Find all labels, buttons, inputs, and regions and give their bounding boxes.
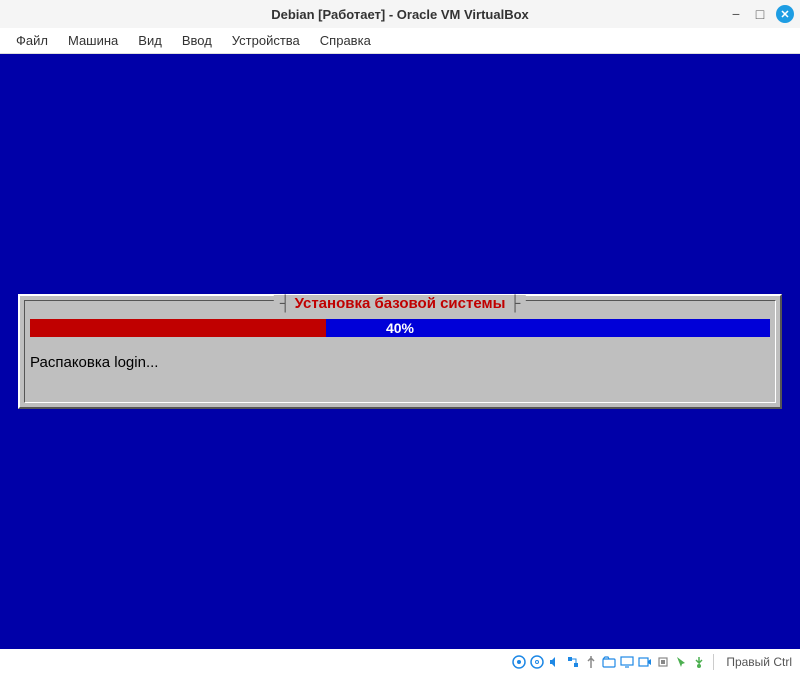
recording-icon[interactable] [637,654,653,670]
keyboard-capture-icon[interactable] [691,654,707,670]
network-icon[interactable] [565,654,581,670]
host-key-label[interactable]: Правый Ctrl [726,655,792,669]
installer-dialog: ┤ Установка базовой системы ├ 40% Распак… [18,294,782,409]
vm-statusbar: Правый Ctrl [0,649,800,675]
menu-help[interactable]: Справка [312,30,379,51]
statusbar-separator [713,654,714,670]
cpu-icon[interactable] [655,654,671,670]
menu-view[interactable]: Вид [130,30,170,51]
dialog-title-text: Установка базовой системы [295,295,506,312]
audio-icon[interactable] [547,654,563,670]
dialog-title: ┤ Установка базовой системы ├ [274,295,526,312]
menu-file[interactable]: Файл [8,30,56,51]
install-status-text: Распаковка login... [30,354,158,371]
menu-machine[interactable]: Машина [60,30,126,51]
hard-disk-icon[interactable] [511,654,527,670]
window-titlebar: Debian [Работает] - Oracle VM VirtualBox… [0,0,800,28]
dialog-inner-border [24,300,776,403]
menu-devices[interactable]: Устройства [224,30,308,51]
menubar: Файл Машина Вид Ввод Устройства Справка [0,28,800,54]
minimize-button[interactable]: − [728,6,744,22]
progress-percent-label: 40% [20,319,780,337]
maximize-button[interactable]: □ [752,6,768,22]
optical-disk-icon[interactable] [529,654,545,670]
usb-icon[interactable] [583,654,599,670]
close-button[interactable]: ✕ [776,5,794,23]
menu-input[interactable]: Ввод [174,30,220,51]
window-controls: − □ ✕ [728,5,794,23]
window-title: Debian [Работает] - Oracle VM VirtualBox [271,7,529,22]
vm-display[interactable]: ┤ Установка базовой системы ├ 40% Распак… [0,54,800,649]
display-icon[interactable] [619,654,635,670]
shared-folders-icon[interactable] [601,654,617,670]
mouse-integration-icon[interactable] [673,654,689,670]
